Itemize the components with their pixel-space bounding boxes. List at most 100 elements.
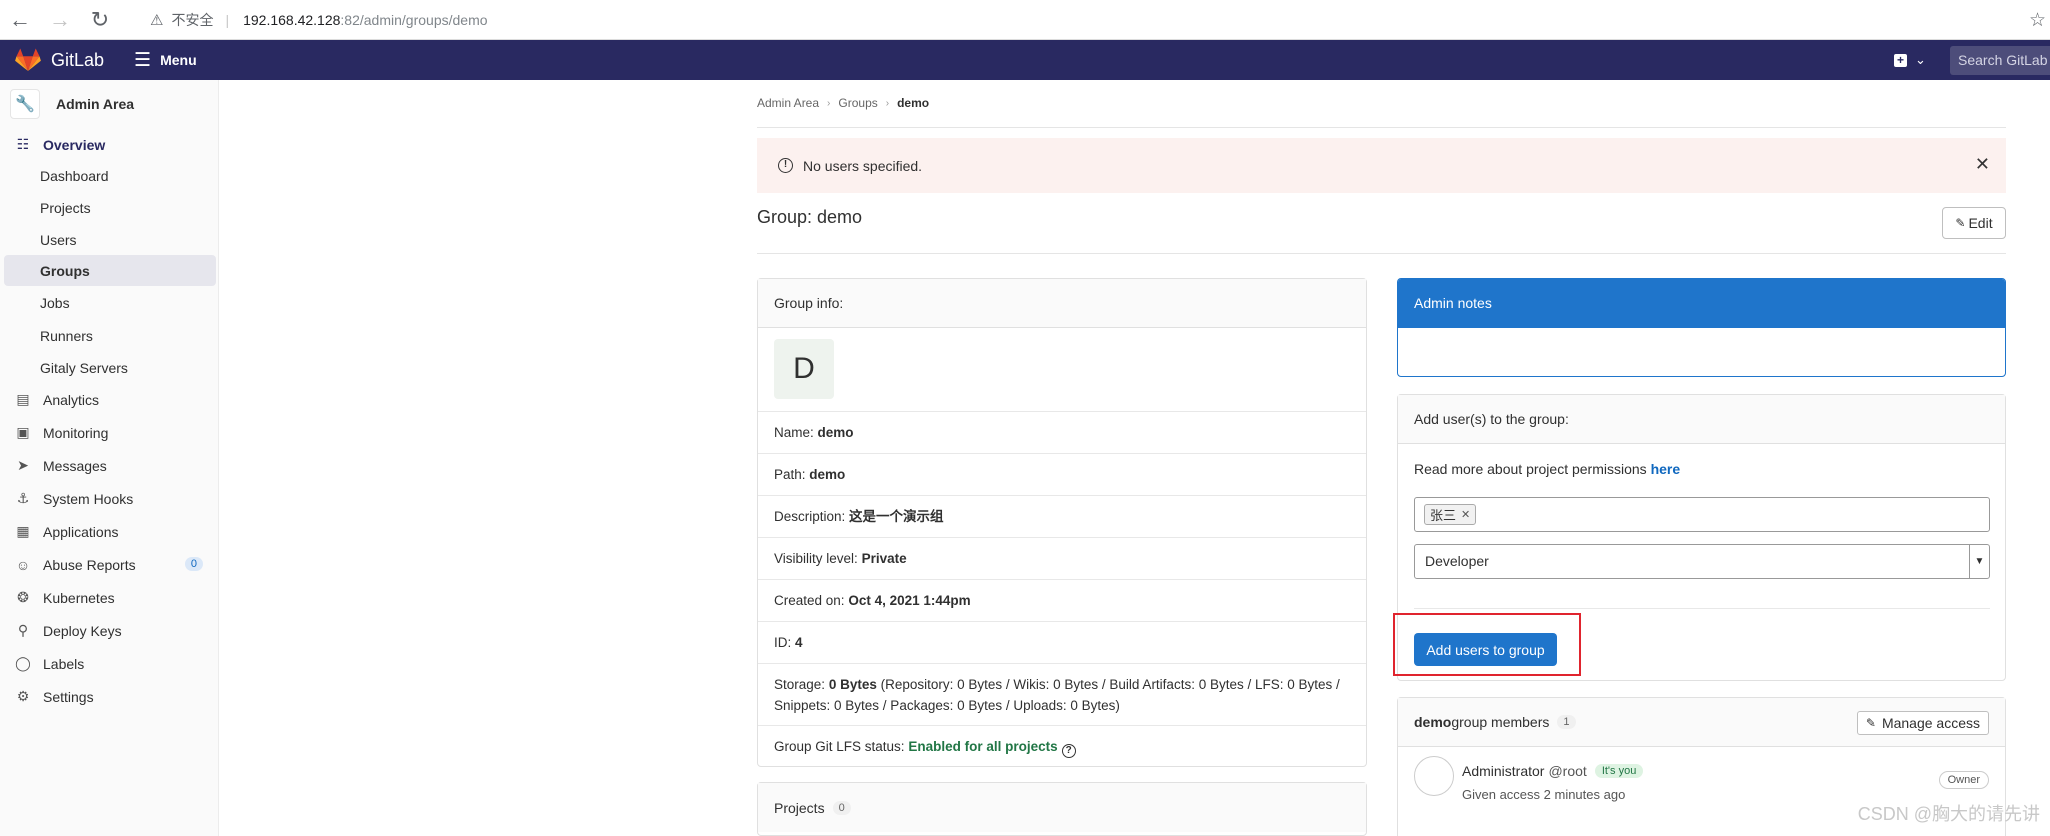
chevron-down-icon: ▼ [1969,545,1989,578]
sidebar-item-label: Settings [43,688,94,705]
info-row-description: Description: 这是一个演示组 [758,495,1366,537]
sidebar-item-monitoring[interactable]: ▣ Monitoring [4,417,216,448]
projects-label: Projects [774,799,825,816]
sidebar-item-jobs[interactable]: Jobs [4,287,216,318]
divider [757,253,2006,254]
hamburger-icon: ☰ [134,49,152,71]
bookmark-star-icon[interactable]: ☆ [2029,9,2046,32]
info-row-created: Created on: Oct 4, 2021 1:44pm [758,579,1366,621]
remove-token-icon[interactable]: ✕ [1461,508,1470,521]
page-title: Group: demo [757,207,863,227]
access-level-select[interactable]: Developer ▼ [1414,544,1990,579]
watermark: CSDN @胸大的请先讲 [1857,804,2040,824]
sidebar-item-label: Messages [43,457,107,474]
sidebar-item-groups[interactable]: Groups [4,255,216,286]
info-row-name: Name: demo [758,411,1366,453]
url-host: 192.168.42.128 [243,12,341,28]
info-row-lfs: Group Git LFS status: Enabled for all pr… [758,725,1366,767]
sidebar-item-labels[interactable]: ◯ Labels [4,648,216,679]
sidebar-item-deploy-keys[interactable]: ⚲ Deploy Keys [4,615,216,646]
chevron-right-icon: › [827,97,831,109]
address-bar[interactable]: ⚠ 不安全 | 192.168.42.128 :82/admin/groups/… [150,4,488,36]
sidebar-item-abuse-reports[interactable]: ☺ Abuse Reports 0 [4,549,216,580]
projects-header: Projects 0 [758,783,1366,832]
sidebar-item-system-hooks[interactable]: ⚓ System Hooks [4,483,216,514]
row-label: Name: [774,425,814,440]
sidebar-item-label: Applications [43,523,119,540]
sidebar-item-kubernetes[interactable]: ❂ Kubernetes [4,582,216,613]
question-circle-icon[interactable]: ? [1061,744,1076,758]
breadcrumb-demo[interactable]: demo [897,96,929,110]
sidebar-item-analytics[interactable]: ▤ Analytics [4,384,216,415]
row-label: Path: [774,467,806,482]
created-value: Oct 4, 2021 1:44pm [848,593,971,608]
hook-icon: ⚓ [16,490,30,506]
edit-button[interactable]: ✎ Edit [1942,207,2006,239]
sidebar-header[interactable]: 🔧 Admin Area [0,80,218,128]
sidebar-item-label: Overview [43,136,106,153]
member-name[interactable]: Administrator [1462,763,1544,779]
monitor-icon: ▣ [16,424,30,440]
label-icon: ◯ [15,655,31,671]
sidebar-item-label: Groups [40,262,90,279]
lfs-status-value: Enabled for all projects [908,739,1058,754]
permissions-link[interactable]: here [1651,461,1681,477]
sidebar-item-settings[interactable]: ⚙ Settings [4,681,216,712]
info-row-id: ID: 4 [758,621,1366,663]
sidebar-item-runners[interactable]: Runners [4,320,216,351]
group-info-card: Group info: D Name: demo Path: demo Desc… [757,278,1367,767]
admin-notes-header: Admin notes [1398,279,2005,328]
sidebar-item-label: Abuse Reports [43,556,136,573]
face-icon: ☺ [15,556,31,573]
error-alert: ! No users specified. ✕ [757,138,2006,193]
menu-button[interactable]: ☰ Menu [134,49,197,72]
members-group-name: demo [1414,714,1452,730]
chevron-down-icon: ⌄ [1915,52,1926,67]
selected-role: Developer [1425,553,1489,569]
sidebar-item-users[interactable]: Users [4,224,216,255]
chevron-right-icon: › [885,97,890,109]
breadcrumb: Admin Area › Groups › demo [757,96,937,110]
sidebar-item-dashboard[interactable]: Dashboard [4,160,216,191]
breadcrumb-groups[interactable]: Groups [838,96,877,110]
row-label: Storage: [774,677,826,692]
avatar[interactable] [1414,756,1454,796]
edit-label: Edit [1968,215,1993,231]
close-icon[interactable]: ✕ [1975,154,1990,175]
info-row-storage: Storage: 0 Bytes (Repository: 0 Bytes / … [758,663,1366,725]
back-arrow-icon[interactable]: ← [0,0,40,40]
search-input[interactable]: Search GitLab [1950,46,2050,75]
breadcrumb-admin-area[interactable]: Admin Area [757,96,819,110]
token-label: 张三 [1430,508,1457,523]
reload-icon[interactable]: ↻ [80,0,120,40]
chart-icon: ▤ [16,391,30,407]
sidebar-item-label: Deploy Keys [43,622,122,639]
sidebar-item-label: Runners [40,327,93,344]
wrench-icon: 🔧 [10,89,40,119]
sidebar-item-projects[interactable]: Projects [4,192,216,223]
storage-detail: (Repository: 0 Bytes / Wikis: 0 Bytes / … [876,677,1340,692]
sidebar-item-label: System Hooks [43,490,134,507]
sidebar-item-applications[interactable]: ▦ Applications [4,516,216,547]
grid-icon: ▦ [16,523,30,539]
new-dropdown-button[interactable]: + ⌄ [1894,52,1926,68]
its-you-badge: It's you [1594,764,1644,778]
logo-text: GitLab [51,49,105,70]
admin-notes-card: Admin notes [1397,278,2006,377]
abuse-count-badge: 0 [184,557,203,571]
user-select-input[interactable]: 张三 ✕ [1414,497,1990,532]
sidebar-item-label: Projects [40,199,91,216]
sidebar-title: Admin Area [56,96,135,112]
sidebar-item-overview[interactable]: ☷ Overview [4,129,216,160]
sidebar-item-label: Analytics [43,391,100,408]
row-label: Created on: [774,593,845,608]
member-handle: @root [1548,763,1587,779]
member-access-time: Given access 2 minutes ago [1462,787,1626,802]
sidebar-item-messages[interactable]: ➤ Messages [4,450,216,481]
forward-arrow-icon[interactable]: → [40,0,80,40]
overview-icon: ☷ [16,136,30,152]
admin-sidebar: 🔧 Admin Area ☷ Overview Dashboard Projec… [0,80,219,836]
sidebar-item-gitaly-servers[interactable]: Gitaly Servers [4,352,216,383]
manage-access-button[interactable]: ✎ Manage access [1856,711,1989,735]
gitlab-logo[interactable]: GitLab [15,48,104,72]
